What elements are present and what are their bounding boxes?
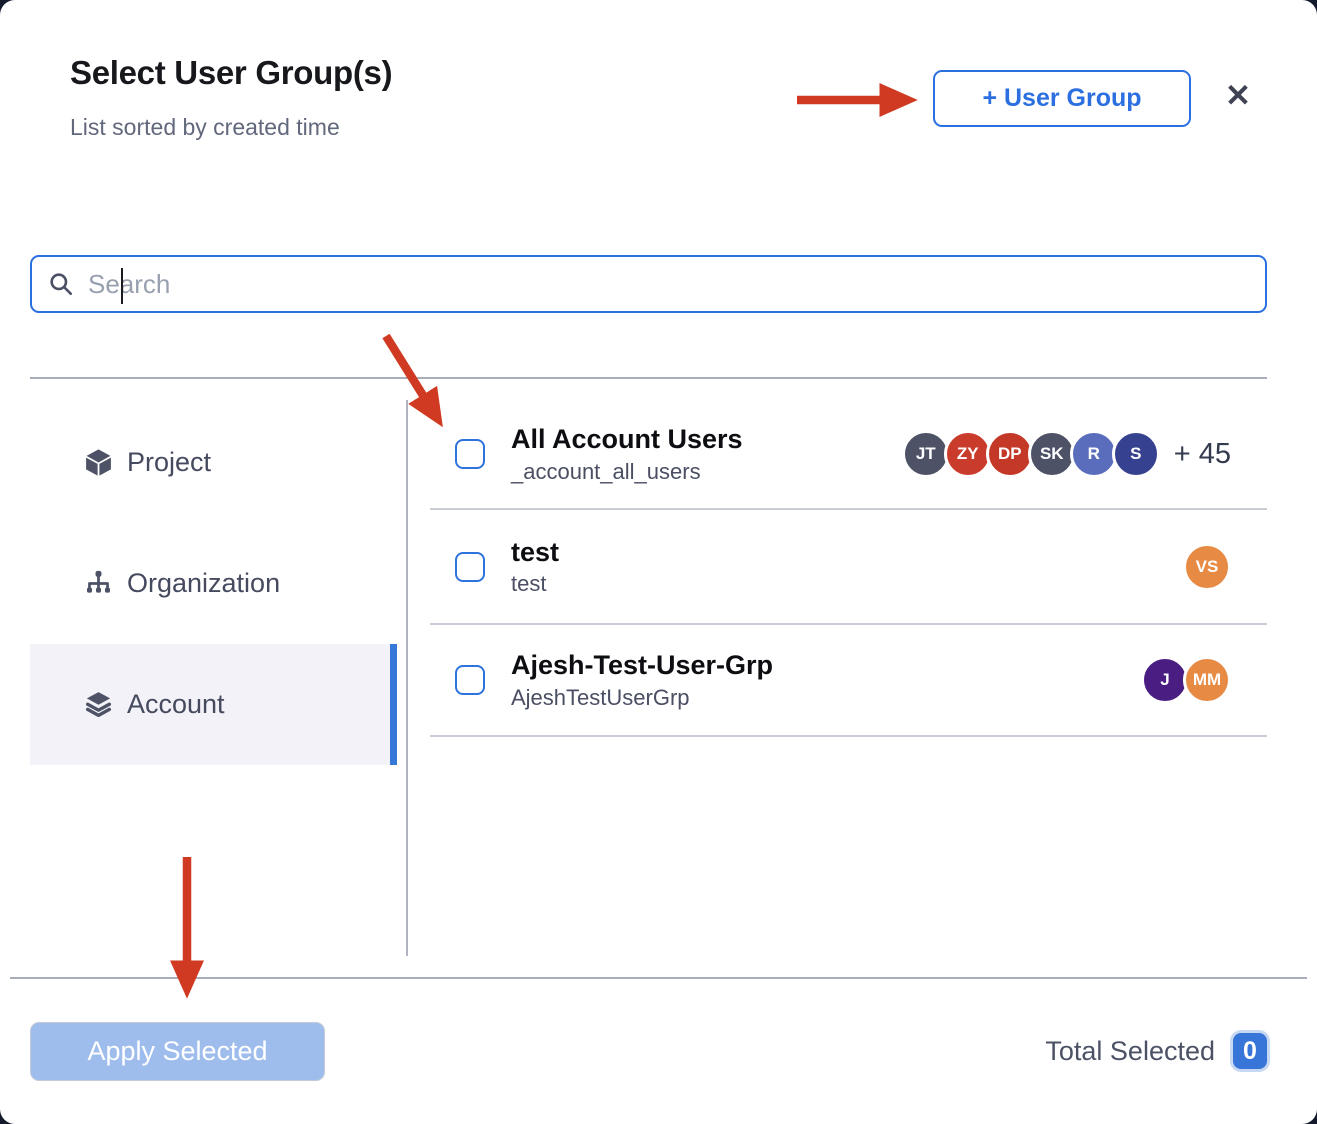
- search-input[interactable]: [88, 257, 1265, 311]
- scope-sidebar: Project Organization: [30, 402, 397, 765]
- group-names: All Account Users _account_all_users: [511, 423, 743, 484]
- avatar: JT: [902, 430, 950, 478]
- avatar: DP: [986, 430, 1034, 478]
- add-user-group-button[interactable]: + User Group: [933, 70, 1191, 127]
- group-row-test[interactable]: test test VS: [430, 510, 1267, 625]
- search-bar: [30, 255, 1267, 313]
- org-chart-icon: [83, 568, 114, 599]
- avatar: ZY: [944, 430, 992, 478]
- text-caret: [121, 268, 123, 304]
- divider: [10, 977, 1307, 979]
- group-checkbox[interactable]: [455, 665, 485, 695]
- sidebar-item-project[interactable]: Project: [30, 402, 397, 523]
- avatar-group: JT ZY DP SK R S + 45: [902, 430, 1231, 478]
- group-names: Ajesh-Test-User-Grp AjeshTestUserGrp: [511, 649, 773, 710]
- cube-icon: [83, 447, 114, 478]
- sidebar-item-organization[interactable]: Organization: [30, 523, 397, 644]
- group-name: All Account Users: [511, 423, 743, 455]
- divider: [406, 400, 408, 956]
- avatar-group: J MM: [1141, 656, 1231, 704]
- avatar: J: [1141, 656, 1189, 704]
- group-checkbox[interactable]: [455, 552, 485, 582]
- group-row-ajesh-test-user-grp[interactable]: Ajesh-Test-User-Grp AjeshTestUserGrp J M…: [430, 625, 1267, 737]
- user-group-list: All Account Users _account_all_users JT …: [430, 400, 1267, 737]
- total-selected-label: Total Selected: [1045, 1036, 1215, 1067]
- divider: [30, 377, 1267, 379]
- sidebar-item-label: Organization: [127, 568, 280, 599]
- avatar-group: VS: [1183, 543, 1231, 591]
- total-selected: Total Selected 0: [1045, 1030, 1267, 1072]
- total-selected-badge: 0: [1233, 1033, 1267, 1069]
- group-name: Ajesh-Test-User-Grp: [511, 649, 773, 681]
- group-row-all-account-users[interactable]: All Account Users _account_all_users JT …: [430, 400, 1267, 510]
- avatar: R: [1070, 430, 1118, 478]
- group-id: AjeshTestUserGrp: [511, 685, 773, 711]
- sidebar-item-label: Project: [127, 447, 211, 478]
- sidebar-item-label: Account: [127, 689, 225, 720]
- layers-icon: [83, 689, 114, 720]
- group-name: test: [511, 536, 559, 568]
- modal-subtitle: List sorted by created time: [70, 114, 340, 141]
- apply-selected-button[interactable]: Apply Selected: [30, 1022, 325, 1081]
- group-id: test: [511, 571, 559, 597]
- arrow-to-first-checkbox: [386, 336, 424, 397]
- group-id: _account_all_users: [511, 459, 743, 485]
- avatar-overflow-count: + 45: [1174, 438, 1231, 471]
- avatar: VS: [1183, 543, 1231, 591]
- avatar: SK: [1028, 430, 1076, 478]
- search-icon: [48, 271, 74, 297]
- group-checkbox[interactable]: [455, 439, 485, 469]
- avatar: MM: [1183, 656, 1231, 704]
- group-names: test test: [511, 536, 559, 597]
- avatar: S: [1112, 430, 1160, 478]
- page-title: Select User Group(s): [70, 54, 392, 92]
- select-user-group-modal: Select User Group(s) List sorted by crea…: [0, 0, 1317, 1124]
- sidebar-item-account[interactable]: Account: [30, 644, 397, 765]
- close-icon[interactable]: ✕: [1218, 76, 1258, 116]
